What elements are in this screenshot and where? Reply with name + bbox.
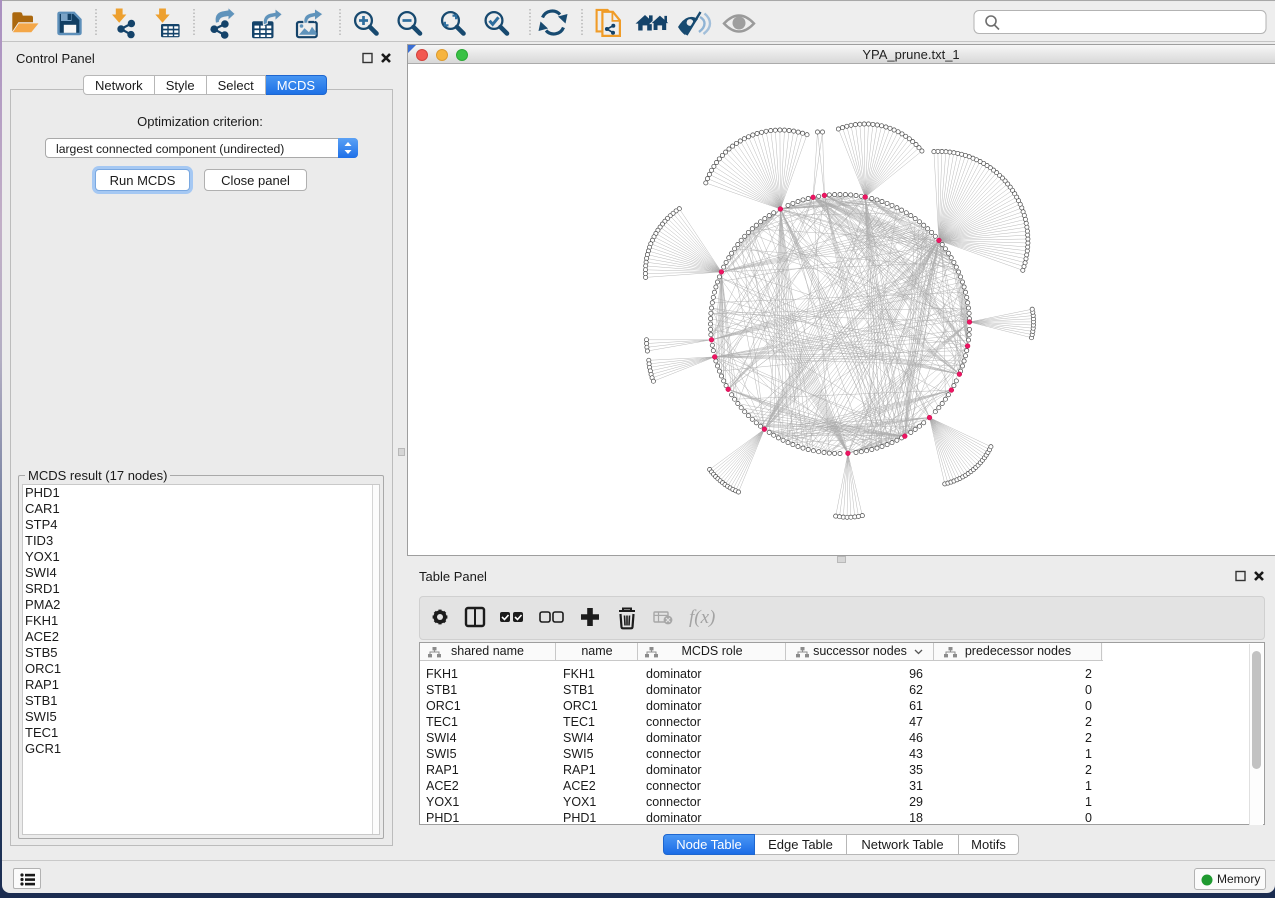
svg-text:f(x): f(x) bbox=[689, 607, 715, 628]
